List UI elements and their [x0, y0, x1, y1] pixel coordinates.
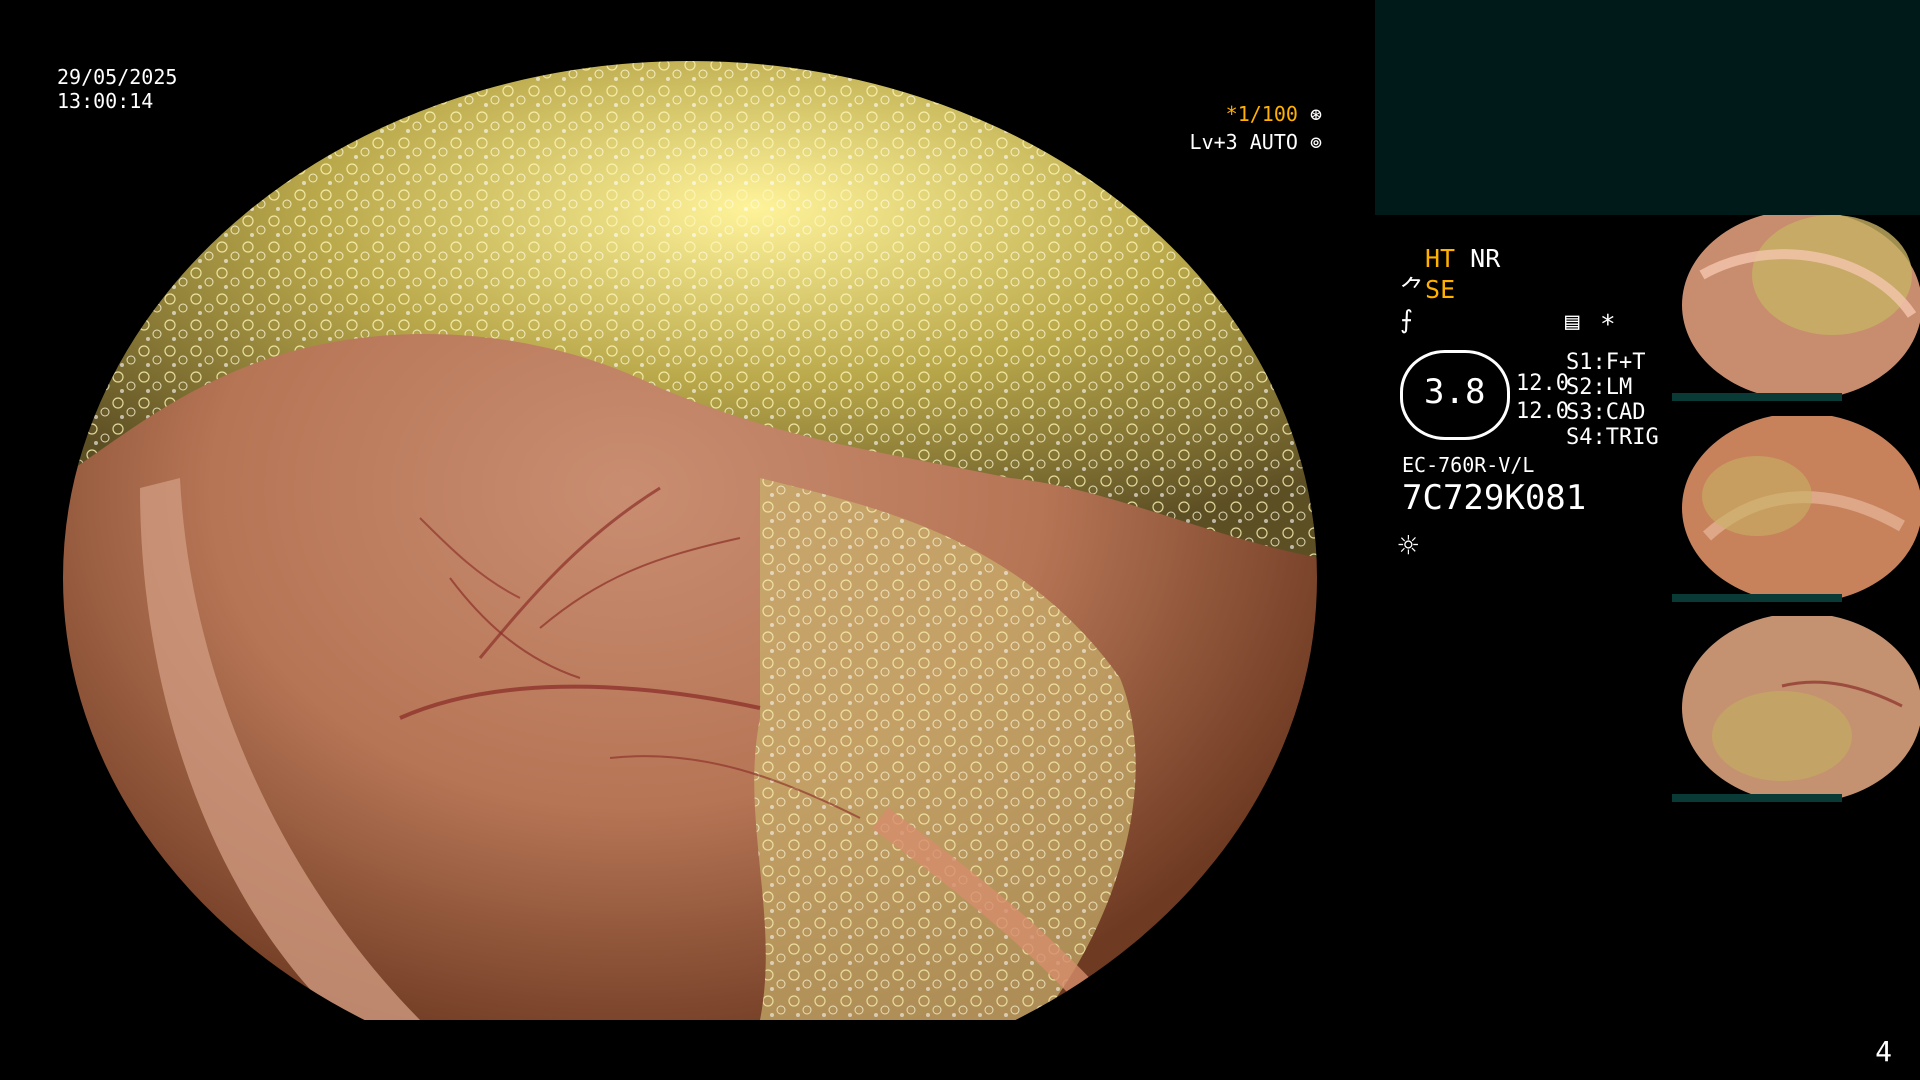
thumbnail-1[interactable] — [1672, 215, 1920, 401]
mode-row-1: HT NR — [1425, 244, 1500, 274]
fiber-icon: ⺈ — [1400, 275, 1426, 304]
thumbnail-image-1 — [1672, 215, 1920, 401]
thumbnail-2[interactable] — [1672, 416, 1920, 602]
level-text: Lv+3 AUTO — [1189, 130, 1298, 154]
exposure-text: *1/100 — [1225, 102, 1298, 126]
endoscopic-image — [60, 58, 1320, 1020]
ht-label: HT — [1425, 244, 1456, 273]
page-number: 4 — [1875, 1035, 1892, 1068]
thumbnail-bar-1 — [1672, 393, 1842, 401]
s2-key: S2: — [1566, 375, 1606, 400]
mode-row-2: ⺈SE — [1400, 275, 1455, 305]
s2-value: LM — [1605, 375, 1633, 400]
endoscopic-view — [60, 58, 1320, 1020]
value-2: 12.0 — [1516, 399, 1569, 424]
time-text: 13:00:14 — [57, 89, 154, 113]
thumbnail-bar-2 — [1672, 594, 1842, 602]
s-settings: S1:F+T S2:LM S3:CAD S4:TRIG — [1566, 350, 1659, 450]
thumbnail-3[interactable] — [1672, 616, 1920, 802]
se-label: SE — [1425, 275, 1456, 304]
auto-iris-icon: ⊚ — [1309, 130, 1322, 154]
s4-value: TRIG — [1605, 425, 1659, 450]
s3-key: S3: — [1566, 400, 1606, 425]
value-1: 12.0 — [1516, 371, 1569, 396]
exposure-indicator: *1/100 ⊛ Lv+3 AUTO ⊚ — [1190, 100, 1322, 156]
curve-icon: ⨍ — [1400, 305, 1414, 334]
thumbnail-image-2 — [1672, 416, 1920, 602]
shutter-icon: ⊛ — [1309, 102, 1322, 126]
thumbnail-bar-3 — [1672, 794, 1842, 802]
scope-model: EC-760R-V/L — [1402, 453, 1535, 477]
menu-icon: ▤ — [1565, 307, 1580, 335]
date-text: 29/05/2025 — [57, 65, 178, 89]
s4-key: S4: — [1566, 425, 1606, 450]
datetime: 29/05/2025 13:00:14 — [57, 65, 177, 113]
top-right-panel — [1375, 0, 1920, 215]
asterisk-indicator: * — [1600, 310, 1616, 340]
scope-serial: 7C729K081 — [1402, 478, 1587, 518]
s1-value: F+T — [1605, 350, 1646, 375]
light-icon: ☼ — [1398, 526, 1419, 566]
nr-label: NR — [1470, 244, 1501, 273]
thumbnail-image-3 — [1672, 616, 1920, 802]
s3-value: CAD — [1605, 400, 1646, 425]
dial-value: 3.8 — [1424, 372, 1486, 412]
s1-key: S1: — [1566, 350, 1606, 375]
